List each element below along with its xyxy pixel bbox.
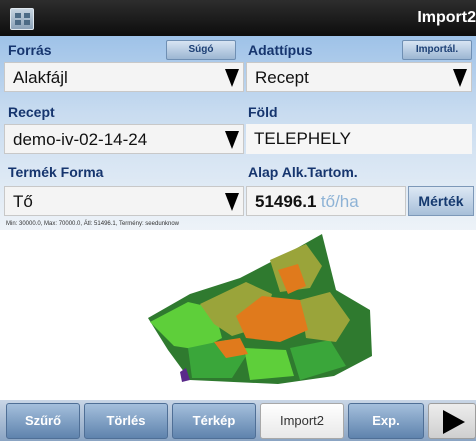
next-button[interactable] [428,403,476,439]
help-button[interactable]: Súgó [166,40,236,60]
window-title: Import2 [417,9,476,26]
source-value: Alakfájl [13,68,68,87]
prescription-map[interactable] [0,230,476,400]
base-rate-input[interactable]: 51496.1 tő/ha [246,186,406,216]
tab-import2[interactable]: Import2 [260,403,344,439]
map-button[interactable]: Térkép [172,403,256,439]
recipe-dropdown[interactable]: demo-iv-02-14-24 [4,124,244,154]
base-rate-value: 51496.1 [255,192,317,211]
title-bar: Import2 [0,0,476,36]
app-grid-icon[interactable] [10,8,34,30]
import-button[interactable]: Importál. [402,40,472,60]
bottom-toolbar: Szűrő Törlés Térkép Import2 Exp. [0,400,476,441]
play-icon [443,410,465,434]
product-form-label: Termék Forma [8,164,104,180]
export-button[interactable]: Exp. [348,403,424,439]
import-form: Forrás Súgó Adattípus Importál. Alakfájl… [0,36,476,232]
chevron-down-icon [225,69,239,87]
base-rate-unit: tő/ha [320,192,359,211]
map-info: Min: 30000.0, Max: 70000.0, Átl: 51496.1… [6,221,179,227]
datatype-value: Recept [255,68,309,87]
chevron-down-icon [225,193,239,211]
base-rate-label: Alap Alk.Tartom. [248,164,358,180]
import-screen: Import2 Forrás Súgó Adattípus Importál. … [0,0,476,441]
field-map-graphic [148,234,372,384]
source-label: Forrás [8,42,52,58]
delete-button[interactable]: Törlés [84,403,168,439]
filter-button[interactable]: Szűrő [6,403,80,439]
zone-light-green [244,348,294,380]
field-label: Föld [248,104,278,120]
recipe-label: Recept [8,104,55,120]
product-form-value: Tő [13,192,33,211]
datatype-label: Adattípus [248,42,313,58]
field-value-box: TELEPHELY [246,124,472,154]
measure-button[interactable]: Mérték [408,186,474,216]
chevron-down-icon [453,69,467,87]
source-dropdown[interactable]: Alakfájl [4,62,244,92]
field-value: TELEPHELY [254,129,352,148]
product-form-dropdown[interactable]: Tő [4,186,244,216]
datatype-dropdown[interactable]: Recept [246,62,472,92]
chevron-down-icon [225,131,239,149]
recipe-value: demo-iv-02-14-24 [13,130,148,149]
